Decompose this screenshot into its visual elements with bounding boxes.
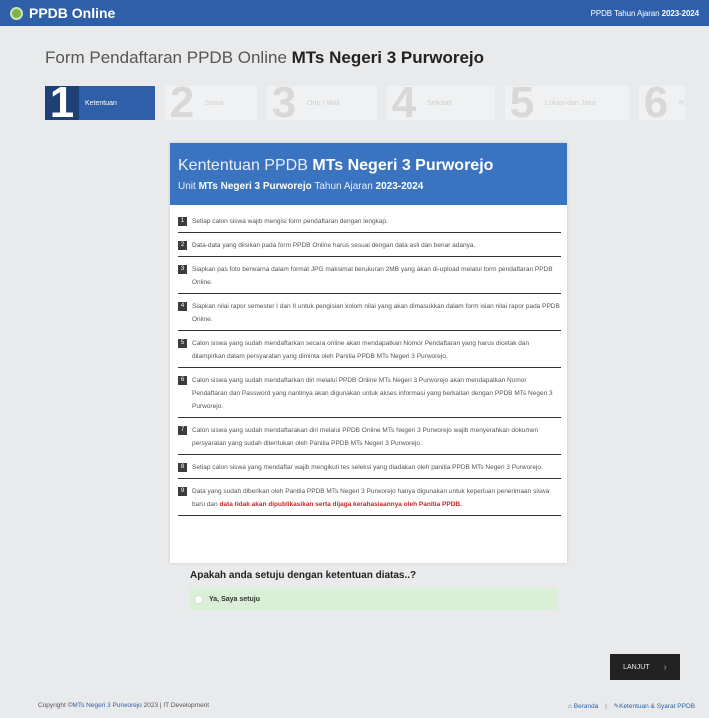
list-item: 2 Data-data yang diisikan pada form PPDB … <box>178 237 561 257</box>
list-item: 1 Setiap calon siswa wajib mengisi form p… <box>178 213 561 233</box>
terms-card-header: Kententuan PPDB MTs Negeri 3 Purworejo U… <box>170 143 567 205</box>
list-item: 8 Setiap calon siswa yang mendaftar wajib… <box>178 459 561 479</box>
terms-card-title: Kententuan PPDB MTs Negeri 3 Purworejo <box>178 157 494 174</box>
rule-number: 8 <box>178 463 187 472</box>
brand-title[interactable]: PPDB Online <box>29 5 115 21</box>
list-item: 3 Siapkan pas foto berwarna dalam format … <box>178 261 561 294</box>
privacy-warning: data tidak akan dipublikasikan serta dij… <box>219 501 462 508</box>
step-sekolah[interactable]: 4 Sekolah <box>387 86 495 120</box>
list-item: 6 Calon siswa yang sudah mendaftarkan dir… <box>178 372 561 418</box>
next-button[interactable]: LANJUT › <box>610 654 680 680</box>
agreement-question: Apakah anda setuju dengan ketentuan diat… <box>190 570 417 581</box>
footer: Copyright ©MTs Negeri 3 Purworejo 2023 |… <box>0 699 709 713</box>
step-number: 1 <box>45 86 79 120</box>
rule-text: Calon siswa yang sudah mendaftarkan seca… <box>192 340 530 360</box>
step-ketentuan[interactable]: 1 Ketentuan <box>45 86 155 120</box>
step-6[interactable]: 6 N <box>639 86 685 120</box>
page-title: Form Pendaftaran PPDB Online MTs Negeri … <box>45 48 485 67</box>
rule-number: 9 <box>178 487 187 496</box>
agree-radio[interactable] <box>194 594 203 604</box>
academic-year-label: PPDB Tahun Ajaran 2023-2024 <box>590 8 699 18</box>
rule-number: 4 <box>178 302 187 311</box>
footer-nav: ⌂ Beranda | ✎Ketentuan & Syarat PPDB <box>568 703 695 710</box>
rule-number: 7 <box>178 426 187 435</box>
rule-text: Setiap calon siswa wajib mengisi form pe… <box>192 218 388 225</box>
step-number: 6 <box>643 86 669 120</box>
step-ortu-wali[interactable]: 3 Ortu / Wali <box>267 86 377 120</box>
step-number: 4 <box>391 86 417 120</box>
home-icon: ⌂ <box>568 703 572 710</box>
rule-number: 6 <box>178 376 187 385</box>
step-lokasi-jalur[interactable]: 5 Lokasi dan Jalur <box>505 86 629 120</box>
rule-text: Data yang sudah diberikan oleh Panitia P… <box>192 488 550 508</box>
step-siswa[interactable]: 2 Siswa <box>165 86 257 120</box>
terms-card-subtitle: Unit MTs Negeri 3 Purworejo Tahun Ajaran… <box>178 181 424 192</box>
rule-text: Siapkan nilai rapor semester I dan II un… <box>192 303 560 323</box>
list-item: 5 Calon siswa yang sudah mendaftarkan sec… <box>178 335 561 368</box>
rule-number: 3 <box>178 265 187 274</box>
step-number: 2 <box>169 86 195 120</box>
home-link[interactable]: ⌂ Beranda <box>568 703 598 710</box>
school-logo-icon <box>10 6 23 20</box>
step-label: Lokasi dan Jalur <box>545 99 596 107</box>
terms-list: 1 Setiap calon siswa wajib mengisi form p… <box>170 205 567 516</box>
step-number: 5 <box>509 86 535 120</box>
step-label: Ortu / Wali <box>307 99 340 107</box>
copyright: Copyright ©MTs Negeri 3 Purworejo 2023 |… <box>38 702 210 709</box>
step-label: Siswa <box>205 99 224 107</box>
list-item: 9 Data yang sudah diberikan oleh Panitia … <box>178 483 561 516</box>
step-label: Ketentuan <box>85 99 117 107</box>
list-item: 7 Calon siswa yang sudah mendaftarakan di… <box>178 422 561 455</box>
agreement-option[interactable]: Ya, Saya setuju <box>190 588 558 610</box>
school-link[interactable]: MTs Negeri 3 Purworejo <box>72 702 141 709</box>
agree-label: Ya, Saya setuju <box>209 595 260 603</box>
rule-text: Siapkan pas foto berwarna dalam format J… <box>192 266 553 286</box>
step-label: Sekolah <box>427 99 453 107</box>
rule-number: 5 <box>178 339 187 348</box>
rule-text: Calon siswa yang sudah mendaftarakan dir… <box>192 427 539 447</box>
terms-card: Kententuan PPDB MTs Negeri 3 Purworejo U… <box>170 143 567 563</box>
step-label: N <box>679 99 685 107</box>
rule-text: Calon siswa yang sudah mendaftarkan diri… <box>192 377 553 410</box>
chevron-right-icon: › <box>663 661 667 673</box>
rule-text: Data-data yang diisikan pada form PPDB O… <box>192 242 476 249</box>
step-number: 3 <box>271 86 297 120</box>
terms-link[interactable]: ✎Ketentuan & Syarat PPDB <box>614 703 695 710</box>
top-navbar: PPDB Online PPDB Tahun Ajaran 2023-2024 <box>0 0 709 26</box>
rule-text: Setiap calon siswa yang mendaftar wajib … <box>192 464 543 471</box>
next-button-label: LANJUT <box>623 663 650 671</box>
wizard-steps: 1 Ketentuan 2 Siswa 3 Ortu / Wali 4 Seko… <box>45 86 685 120</box>
rule-number: 2 <box>178 241 187 250</box>
list-item: 4 Siapkan nilai rapor semester I dan II u… <box>178 298 561 331</box>
rule-number: 1 <box>178 217 187 226</box>
